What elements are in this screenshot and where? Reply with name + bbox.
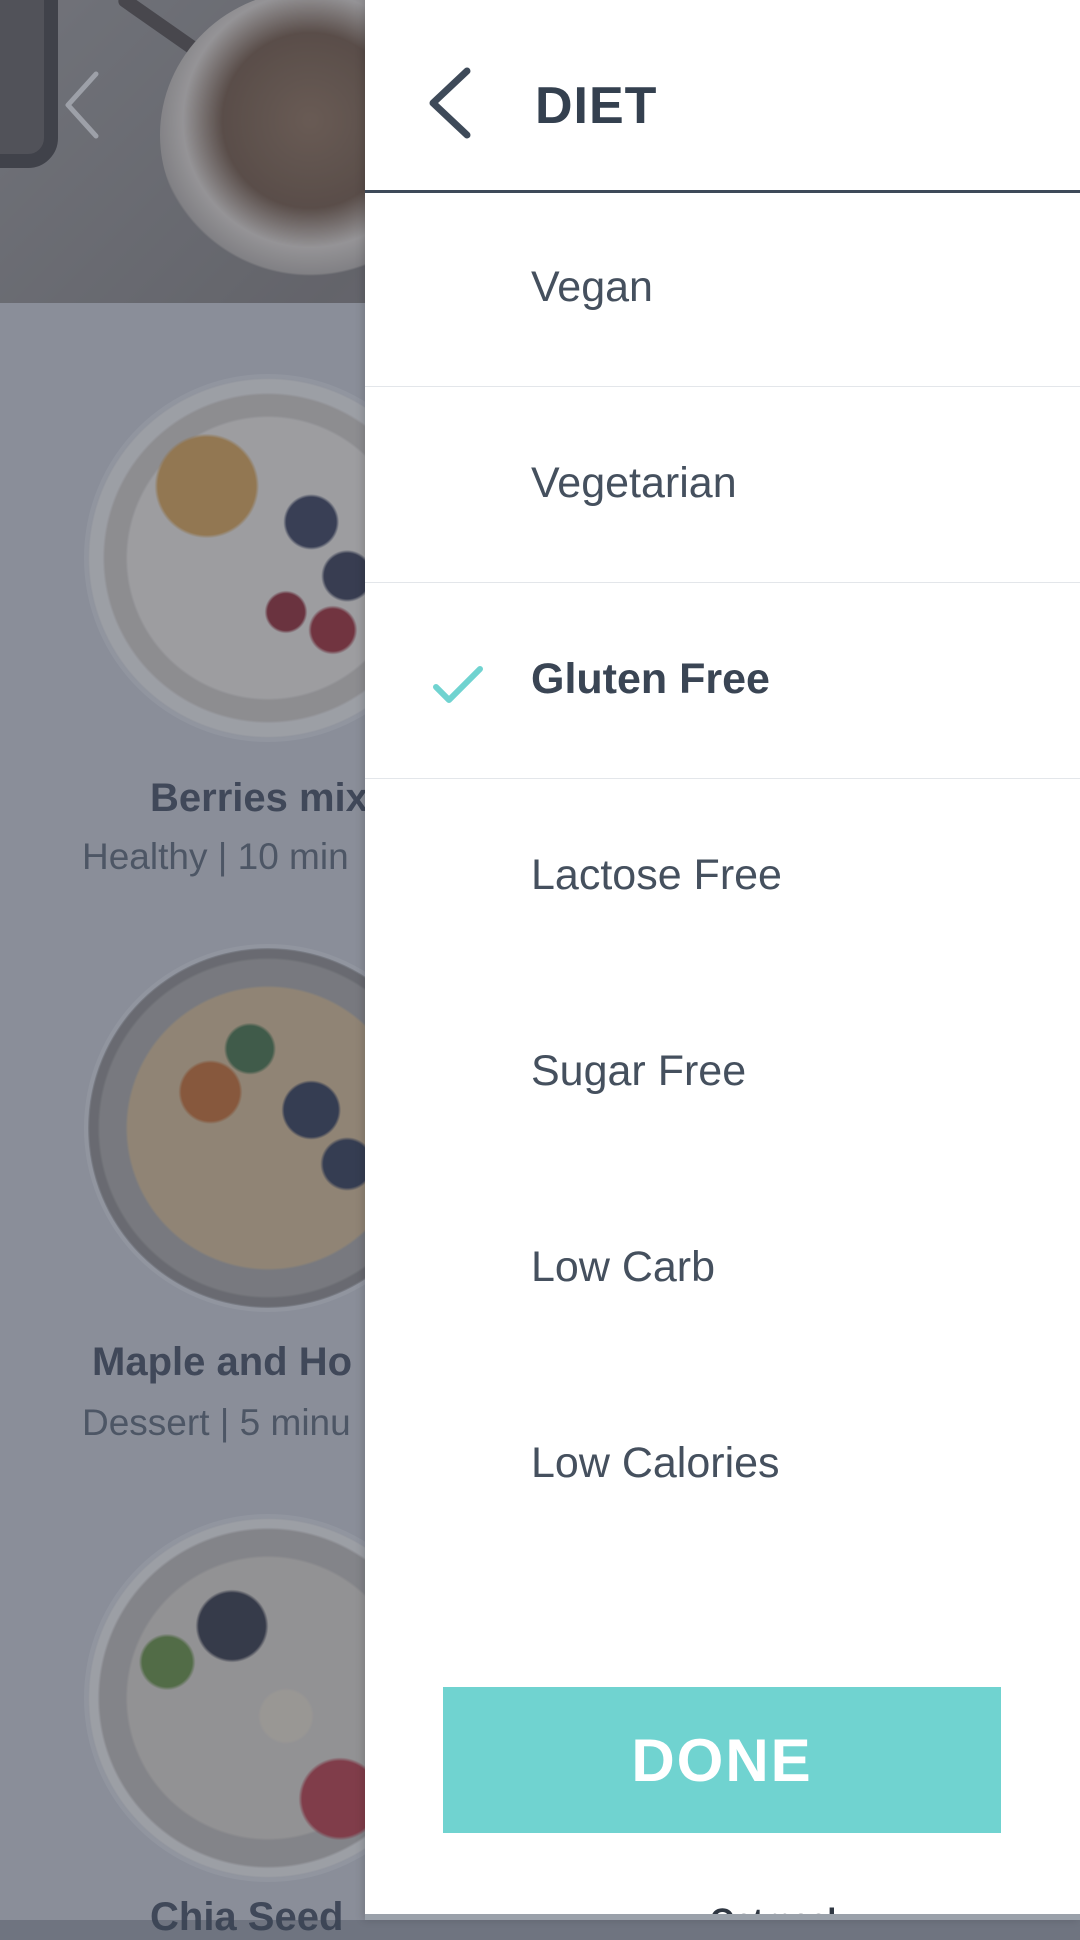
diet-filter-drawer: DIET Vegan Vegetarian Gluten Free Lactos… <box>365 0 1080 1920</box>
done-button[interactable]: DONE <box>443 1687 1001 1833</box>
diet-option-lactose-free[interactable]: Lactose Free <box>365 779 1080 974</box>
diet-option-vegan[interactable]: Vegan <box>365 191 1080 387</box>
option-label: Vegan <box>531 263 653 311</box>
diet-option-sugar-free[interactable]: Sugar Free <box>365 975 1080 1170</box>
check-icon <box>432 665 484 705</box>
option-label: Sugar Free <box>531 1047 747 1095</box>
diet-option-low-calories[interactable]: Low Calories <box>365 1367 1080 1562</box>
option-label: Low Calories <box>531 1439 780 1487</box>
diet-option-vegetarian[interactable]: Vegetarian <box>365 387 1080 583</box>
drawer-title: DIET <box>535 77 658 135</box>
diet-option-low-carb[interactable]: Low Carb <box>365 1171 1080 1366</box>
option-label: Lactose Free <box>531 851 782 899</box>
diet-option-gluten-free[interactable]: Gluten Free <box>365 583 1080 779</box>
drawer-bottom-edge <box>365 1914 1080 1920</box>
chevron-left-icon <box>429 67 471 139</box>
back-button[interactable] <box>425 65 475 141</box>
option-label: Low Carb <box>531 1243 716 1291</box>
option-label: Gluten Free <box>531 655 770 703</box>
option-label: Vegetarian <box>531 459 737 507</box>
drawer-header: DIET <box>365 0 1080 193</box>
